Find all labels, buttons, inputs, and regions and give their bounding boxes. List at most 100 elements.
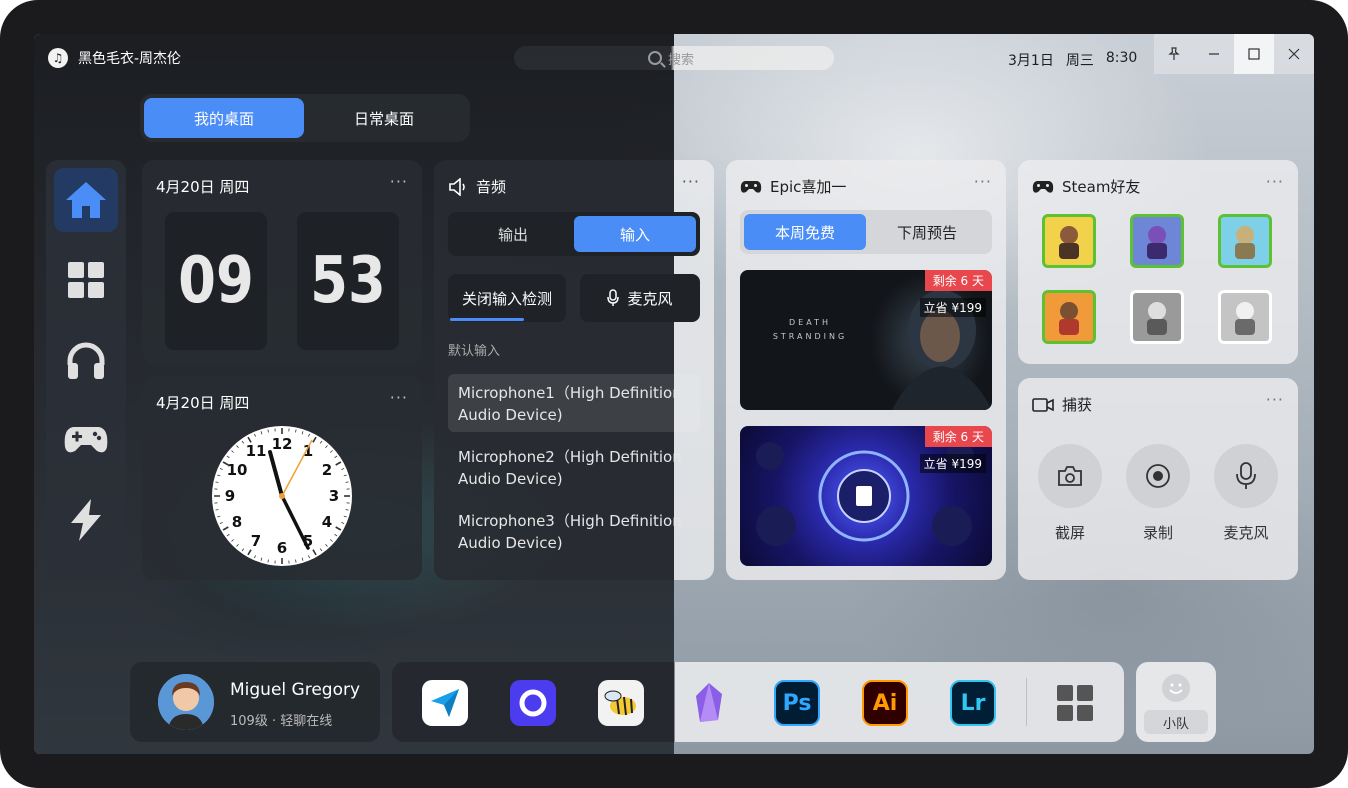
list-item-microphone1[interactable]: Microphone1（High Definition Audio Device… [448,374,700,432]
now-playing[interactable]: ♫ 黑色毛衣-周杰伦 [48,48,181,68]
bee-app-icon[interactable] [598,680,644,726]
friend-avatar[interactable] [1130,290,1184,344]
sidebar-item-boost[interactable] [54,488,118,552]
minimize-button[interactable] [1194,34,1234,74]
maximize-button[interactable] [1234,34,1274,74]
user-avatar-image [158,674,214,730]
clock-numeral: 4 [322,513,332,531]
close-button[interactable] [1274,34,1314,74]
game-character-art [892,290,992,410]
microphone-icon [1236,462,1256,489]
epic-free-games-card: Epic喜加一 ··· 本周免费 下周预告 DEATH STRANDING 剩余… [726,160,1006,580]
music-note-icon: ♫ [48,48,68,68]
epic-tabs: 本周免费 下周预告 [740,210,992,254]
search-placeholder: 搜索 [668,52,695,68]
more-icon[interactable]: ··· [1266,172,1284,191]
device-name-line1: Microphone3（High Definition [458,512,682,530]
steam-header: Steam好友 [1032,176,1140,197]
character-avatar-icon [1235,226,1255,259]
clock-time: 8:30 [1105,50,1138,66]
clock-numeral: 10 [227,461,248,479]
lightroom-icon[interactable]: Lr [950,680,996,726]
game-card-second[interactable]: 剩余 6 天 立省 ¥199 [740,426,992,566]
video-camera-icon [1032,397,1054,412]
list-item-microphone3[interactable]: Microphone3（High Definition Audio Device… [448,502,700,560]
search-bar[interactable]: 搜索 [514,46,834,70]
clock-numeral: 9 [225,487,235,505]
microphone-capture-button[interactable] [1214,444,1278,508]
desktop-tabs: 我的桌面 日常桌面 [140,94,470,142]
more-icon[interactable]: ··· [974,172,992,191]
tab-next-week-preview[interactable]: 下周预告 [866,214,988,250]
device-name-line2: Audio Device) [458,534,563,552]
list-item-microphone2[interactable]: Microphone2（High Definition Audio Device… [448,438,700,496]
close-icon [1288,48,1300,60]
crystal-icon [696,683,722,722]
game-card-death-stranding[interactable]: DEATH STRANDING 剩余 6 天 立省 ¥199 [740,270,992,410]
all-apps-button[interactable] [1052,680,1098,726]
minimize-icon [1209,53,1219,55]
microphone-button[interactable]: 麦克风 [580,274,700,322]
circle-app-icon[interactable] [510,680,556,726]
tab-this-week-free[interactable]: 本周免费 [744,214,866,250]
screenshot-label: 截屏 [1054,524,1085,542]
toggle-input-detection-button[interactable]: 关闭输入检测 [448,274,566,322]
more-icon[interactable]: ··· [390,172,408,191]
friend-avatar[interactable] [1042,214,1096,268]
desktop-screen: ♫ 黑色毛衣-周杰伦 搜索 3月1日 周三 8:30 我的桌面 日常桌面 4月2… [34,34,1314,754]
pin-button[interactable] [1154,34,1194,74]
character-avatar-icon [1147,302,1167,335]
tab-output[interactable]: 输出 [452,216,574,252]
more-icon[interactable]: ··· [390,388,408,407]
device-name-line1: Microphone2（High Definition [458,448,682,466]
clock-minute: 53 [297,212,399,350]
microphone-icon [607,289,620,306]
audio-card: 音频 ··· 输出 输入 关闭输入检测 麦克风 默认输入 Microphone1… [434,160,714,580]
title-bar: ♫ 黑色毛衣-周杰伦 搜索 3月1日 周三 8:30 [34,34,1314,82]
crystal-app-icon[interactable] [686,680,732,726]
friend-avatar[interactable] [1218,290,1272,344]
record-button[interactable] [1126,444,1190,508]
character-avatar-icon [1235,302,1255,335]
screenshot-button[interactable] [1038,444,1102,508]
camera-icon [1058,466,1082,486]
device-name-line1: Microphone1（High Definition [458,384,682,402]
friend-avatar[interactable] [1218,214,1272,268]
sidebar-item-apps[interactable] [54,248,118,312]
smiley-face-icon [1169,683,1183,694]
device-name-line2: Audio Device) [458,406,563,424]
tab-my-desktop[interactable]: 我的桌面 [144,98,304,138]
device-frame: ♫ 黑色毛衣-周杰伦 搜索 3月1日 周三 8:30 我的桌面 日常桌面 4月2… [0,0,1348,788]
ring-icon [519,689,547,717]
capture-card: 捕获 ··· 截屏 录制 麦克风 [1018,378,1298,580]
tab-input[interactable]: 输入 [574,216,696,252]
record-icon [1146,464,1170,488]
audio-mode-toggle: 输出 输入 [448,212,700,256]
sidebar-item-games[interactable] [54,408,118,472]
maximize-icon [1248,48,1260,60]
friend-avatar[interactable] [1042,290,1096,344]
more-icon[interactable]: ··· [1266,390,1284,409]
clock-date: 3月1日 [1008,53,1054,69]
sidebar-item-home[interactable] [54,168,118,232]
avatar [158,674,214,730]
epic-title: Epic喜加一 [770,178,847,196]
user-status: 109级 · 轻聊在线 [230,714,333,729]
illustrator-icon[interactable]: Ai [862,680,908,726]
clock-numeral: 12 [272,435,293,453]
user-profile-card[interactable]: Miguel Gregory 109级 · 轻聊在线 [130,662,380,742]
sidebar-item-audio[interactable] [54,328,118,392]
team-button[interactable]: 小队 [1136,662,1216,742]
photoshop-icon[interactable]: Ps [774,680,820,726]
tab-daily-desktop[interactable]: 日常桌面 [304,98,464,138]
more-icon[interactable]: ··· [682,172,700,191]
home-icon [66,182,106,218]
microphone-label: 麦克风 [1223,524,1269,542]
savings-badge: 立省 ¥199 [919,454,986,473]
character-avatar-icon [1147,226,1167,259]
system-clock: 3月1日 周三 8:30 [1008,50,1137,70]
friend-avatar[interactable] [1130,214,1184,268]
paper-plane-app-icon[interactable] [422,680,468,726]
audio-header: 音频 [448,176,506,197]
clock-weekday: 周三 [1065,53,1094,69]
